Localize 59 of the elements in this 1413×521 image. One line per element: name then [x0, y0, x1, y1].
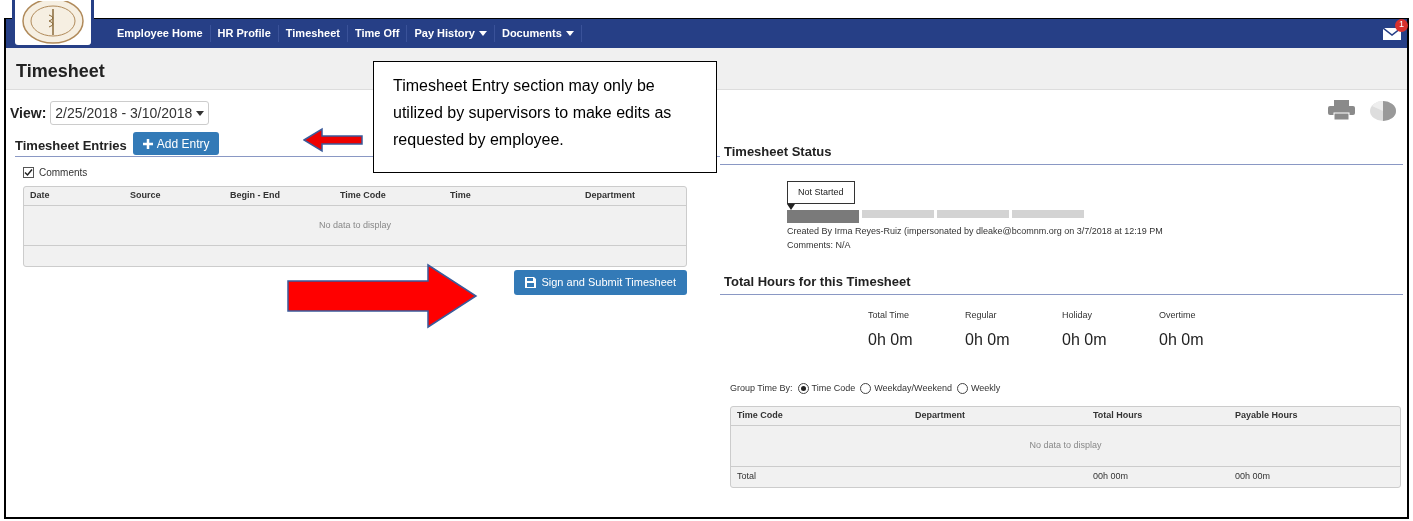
- total-label: Total: [737, 470, 756, 481]
- column-header: Department: [915, 409, 965, 420]
- group-by-label: Group Time By:: [730, 382, 793, 395]
- add-entry-button[interactable]: Add Entry: [132, 132, 220, 155]
- column-header: Department: [585, 190, 635, 201]
- column-header: Begin - End: [230, 190, 280, 201]
- column-header: Source: [130, 190, 161, 201]
- column-header: Time: [450, 190, 471, 201]
- page-title: Timesheet: [16, 60, 105, 83]
- sign-and-submit-button[interactable]: Sign and Submit Timesheet: [514, 270, 687, 295]
- column-header: Time Code: [340, 190, 386, 201]
- mail-icon[interactable]: [1383, 27, 1401, 40]
- total-cell: 00h 00m: [1235, 470, 1271, 481]
- date-range-dropdown[interactable]: 2/25/2018 - 3/10/2018: [50, 101, 210, 125]
- radio-label: Time Code: [811, 382, 856, 395]
- left-arrow: [303, 127, 363, 153]
- radio-label: Weekly: [970, 382, 1001, 395]
- radio-button[interactable]: [956, 383, 968, 395]
- stat-label: Holiday: [1062, 308, 1093, 322]
- nav-link[interactable]: Pay History: [407, 25, 495, 42]
- pointer-icon: [787, 204, 795, 210]
- annotation-callout: Timesheet Entry section may only be utilized by supervisors to make edits as requested by employee.: [373, 61, 717, 173]
- stat-value: 0h 0m: [868, 330, 914, 350]
- column-header: Time Code: [737, 409, 783, 420]
- empty-message: No data to display: [1029, 438, 1102, 452]
- pie-chart-icon[interactable]: [1369, 100, 1397, 122]
- total-cell: 00h 00m: [1093, 470, 1129, 481]
- college-seal-logo[interactable]: [12, 0, 94, 48]
- nav-link[interactable]: Documents: [494, 25, 582, 42]
- plus-icon: [142, 138, 153, 149]
- checkbox-label: Comments: [39, 166, 88, 180]
- status-tooltip: Not Started: [787, 180, 855, 204]
- save-icon: [525, 277, 537, 288]
- column-header: Payable Hours: [1235, 409, 1298, 420]
- column-header: Date: [30, 190, 50, 201]
- column-header: Total Hours: [1093, 409, 1143, 420]
- nav-link[interactable]: Timesheet: [278, 25, 348, 42]
- created-by-text: Created By Irma Reyes-Ruiz (impersonated by dleake@bcomnm.org on 3/7/2018 at 12:19 PM: [787, 225, 1164, 238]
- comments-text: Comments: N/A: [787, 238, 852, 252]
- nav-link[interactable]: Time Off: [348, 25, 408, 42]
- nav-link[interactable]: Employee Home: [110, 25, 211, 42]
- caret-icon: [196, 110, 205, 116]
- empty-message: No data to display: [318, 218, 391, 232]
- comments-checkbox[interactable]: [23, 167, 34, 178]
- section-title: Timesheet Status: [720, 142, 1403, 165]
- stat-label: Regular: [965, 308, 998, 322]
- stat-value: 0h 0m: [965, 330, 1011, 350]
- stat-value: 0h 0m: [1062, 330, 1108, 350]
- section-title: Total Hours for this Timesheet: [720, 272, 1403, 295]
- printer-icon[interactable]: [1328, 100, 1355, 120]
- radio-label: Weekday/Weekend: [874, 382, 952, 395]
- nav-link[interactable]: HR Profile: [210, 25, 279, 42]
- view-label: View:: [10, 103, 47, 123]
- radio-button[interactable]: [860, 383, 872, 395]
- radio-button[interactable]: [797, 383, 809, 395]
- stat-value: 0h 0m: [1159, 330, 1205, 350]
- stat-label: Overtime: [1159, 308, 1197, 322]
- stat-label: Total Time: [868, 308, 910, 322]
- section-title: Timesheet Entries: [15, 136, 127, 155]
